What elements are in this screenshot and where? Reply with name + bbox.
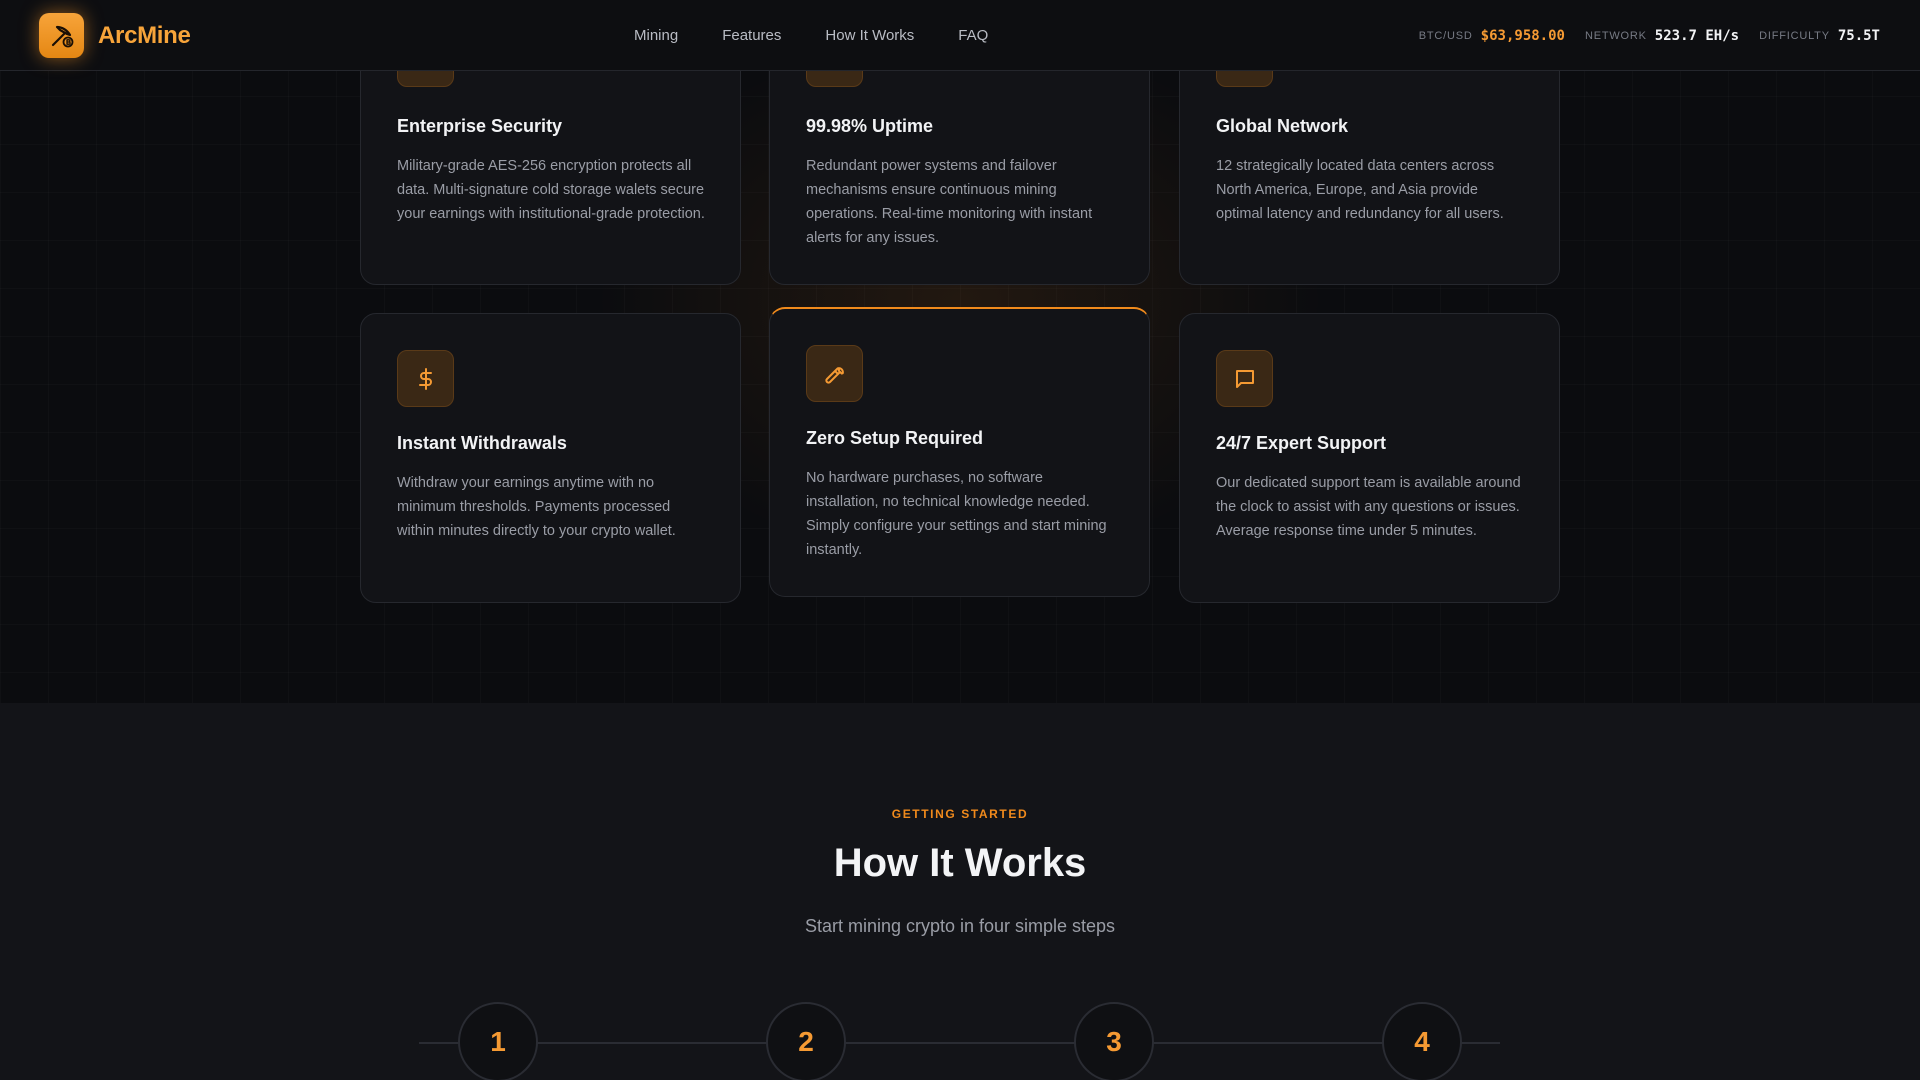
- feature-description: 12 strategically located data centers ac…: [1216, 158, 1504, 222]
- step-number: 4: [1382, 1002, 1462, 1080]
- steps-connector-line: [419, 1042, 1500, 1044]
- section-subtitle: Start mining crypto in four simple steps: [804, 916, 1116, 936]
- feature-title: Enterprise Security: [397, 116, 563, 136]
- feature-title: Instant Withdrawals: [397, 433, 567, 453]
- feature-description: Withdraw your earnings anytime with no m…: [397, 475, 676, 539]
- feature-description: Redundant power systems and failover mec…: [806, 158, 1093, 246]
- top-navigation-bar: ArcMine Mining Features How It Works FAQ…: [0, 0, 1920, 71]
- nav-item-mining[interactable]: Mining: [634, 27, 678, 44]
- section-eyebrow: GETTING STARTED: [891, 807, 1029, 821]
- step-number: 2: [766, 1002, 846, 1080]
- wrench-icon: [806, 345, 863, 402]
- dollar-icon: [397, 350, 454, 407]
- feature-title: Zero Setup Required: [806, 428, 984, 448]
- section-title: How It Works: [833, 841, 1087, 885]
- feature-description: Our dedicated support team is available …: [1216, 475, 1521, 539]
- features-section: Enterprise Security Military-grade AES-2…: [0, 0, 1920, 703]
- feature-title: 24/7 Expert Support: [1216, 433, 1387, 453]
- stat-network: NETWORK 523.7 EH/s: [1585, 28, 1739, 44]
- main-nav: Mining Features How It Works FAQ: [634, 0, 1032, 71]
- stat-label: BTC/USD: [1418, 29, 1473, 42]
- stat-value: 523.7 EH/s: [1654, 27, 1740, 44]
- feature-title: Global Network: [1216, 116, 1349, 136]
- chat-bubble-icon: [1216, 350, 1273, 407]
- feature-card-support: 24/7 Expert Support Our dedicated suppor…: [1179, 313, 1560, 603]
- feature-description: No hardware purchases, no software insta…: [806, 470, 1107, 558]
- stat-label: DIFFICULTY: [1759, 29, 1830, 42]
- step-number: 3: [1074, 1002, 1154, 1080]
- stat-difficulty: DIFFICULTY 75.5T: [1759, 28, 1880, 44]
- step-number: 1: [458, 1002, 538, 1080]
- feature-title: 99.98% Uptime: [806, 116, 934, 136]
- how-it-works-section: GETTING STARTED How It Works Start minin…: [0, 703, 1920, 1080]
- feature-description: Military-grade AES-256 encryption protec…: [397, 158, 705, 222]
- brand-logo-link[interactable]: ArcMine: [39, 13, 191, 58]
- stat-label: NETWORK: [1584, 29, 1647, 42]
- feature-card-withdrawals: Instant Withdrawals Withdraw your earnin…: [360, 313, 741, 603]
- feature-card-setup: Zero Setup Required No hardware purchase…: [769, 307, 1150, 597]
- pickaxe-bitcoin-icon: [39, 13, 84, 58]
- nav-item-faq[interactable]: FAQ: [958, 27, 988, 44]
- stat-value: $63,958.00: [1480, 27, 1565, 44]
- stat-btc-usd: BTC/USD $63,958.00: [1419, 28, 1565, 44]
- stat-value: 75.5T: [1837, 27, 1880, 44]
- nav-item-features[interactable]: Features: [722, 27, 781, 44]
- nav-item-how-it-works[interactable]: How It Works: [825, 27, 914, 44]
- market-stats: BTC/USD $63,958.00 NETWORK 523.7 EH/s DI…: [1399, 0, 1880, 71]
- brand-name: ArcMine: [98, 21, 191, 49]
